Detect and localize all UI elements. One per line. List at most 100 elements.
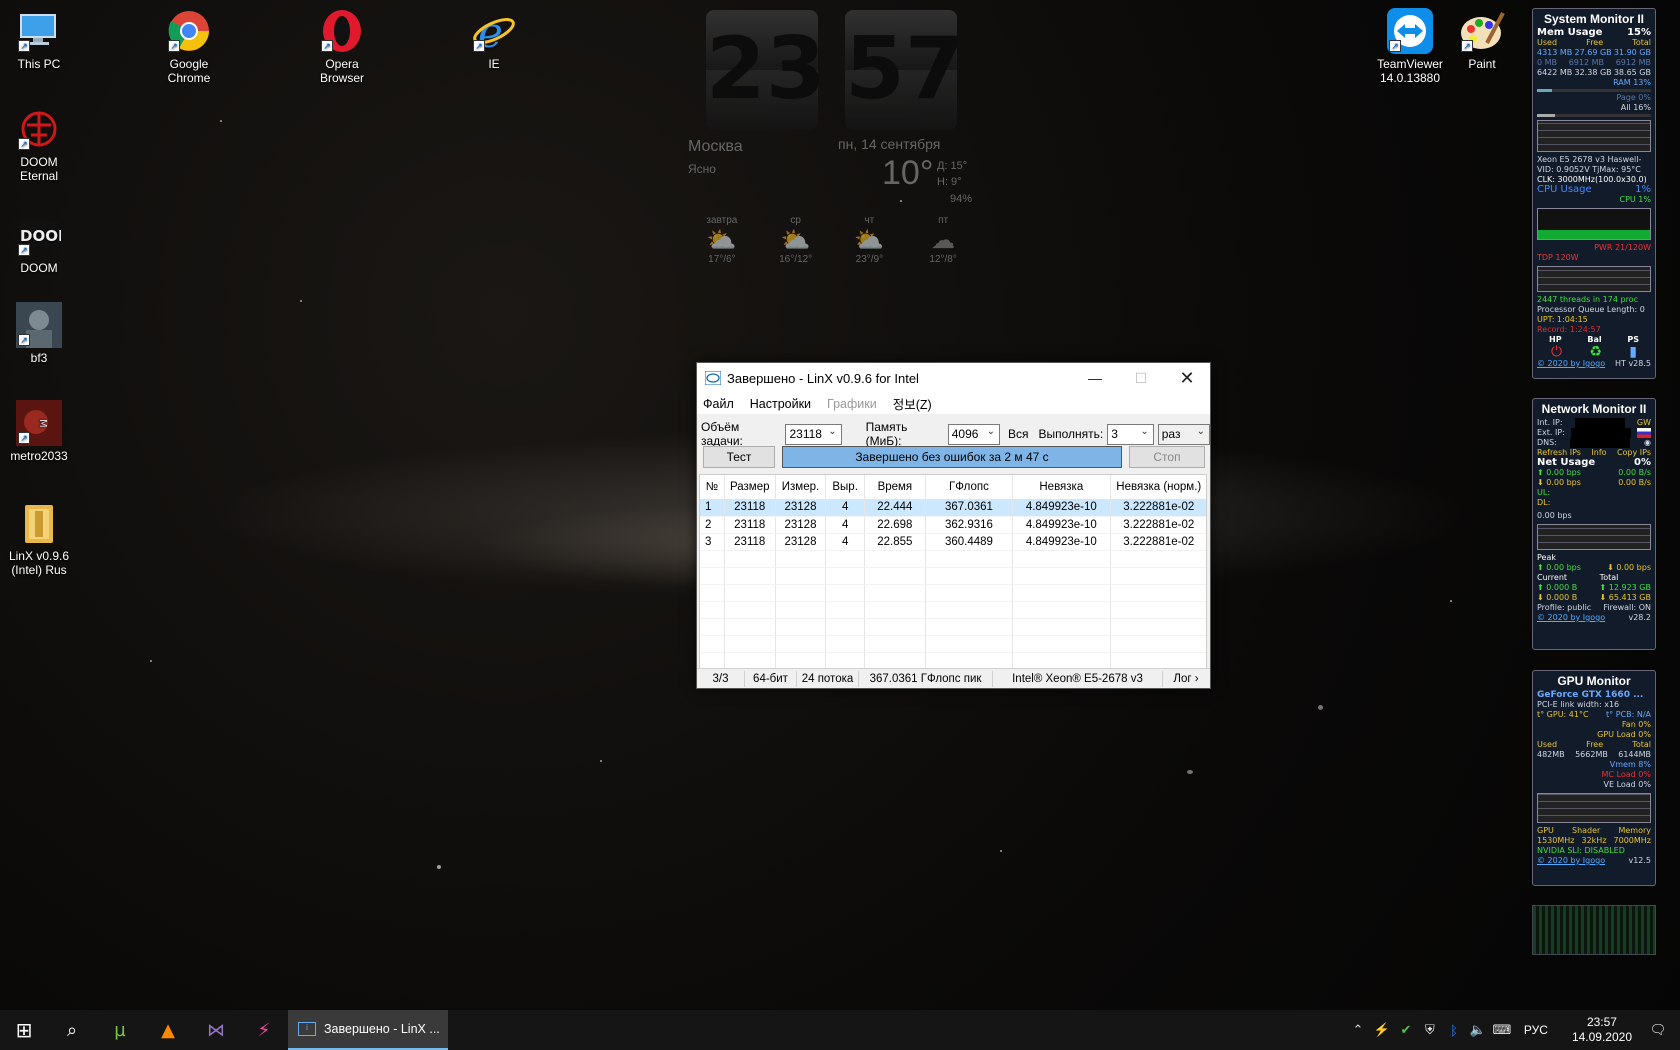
desktop-icon-bf3[interactable]: ↗ bf3 <box>0 302 78 365</box>
ram-label: RAM 13% <box>1613 78 1651 87</box>
volume-icon[interactable]: 🔈 <box>1466 1022 1490 1038</box>
author-link[interactable]: © 2020 by Igogo <box>1537 856 1605 866</box>
desktop-icon-chrome[interactable]: ↗ Google Chrome <box>150 8 228 85</box>
tray-clock[interactable]: 23:57 14.09.2020 <box>1572 1015 1632 1045</box>
windows-start-icon[interactable]: ⊞ <box>0 1010 48 1050</box>
refresh-ips-link[interactable]: Refresh IPs <box>1537 448 1581 458</box>
keyboard-icon[interactable]: ⌨ <box>1490 1022 1514 1038</box>
column-header[interactable]: ГФлопс <box>925 475 1014 499</box>
table-cell: 23128 <box>775 533 827 551</box>
maximize-button[interactable]: ☐ <box>1118 363 1164 393</box>
cpu-clock: CLK: 3000MHz(100.0x30.0) <box>1537 175 1647 184</box>
column-header[interactable]: Невязка <box>1012 475 1111 499</box>
table-row[interactable]: 2 23118 23128 4 22.698 362.9316 4.849923e-10 3.… <box>700 516 1206 534</box>
menu-settings[interactable]: Настройки <box>750 397 811 411</box>
memory-graph <box>1537 120 1651 152</box>
column-header[interactable]: № <box>700 475 725 499</box>
close-button[interactable]: ✕ <box>1164 363 1210 393</box>
desktop-icon-this-pc[interactable]: ↗ This PC <box>0 8 78 71</box>
shortcut-arrow-icon: ↗ <box>473 40 485 52</box>
system-tray: ⌃ ⚡ ✔ ⛨ ᛒ 🔈 ⌨ РУС 23:57 14.09.2020 🗨 <box>1346 1010 1680 1050</box>
cpu-vid: VID: 0.9052V TjMax: 95°C <box>1537 165 1641 174</box>
taskbar-item-linx[interactable]: i Завершено - LinX ... <box>288 1010 448 1050</box>
upload-totals: ⬆ 0.000 B ⬆ 12.923 GB <box>1537 583 1651 592</box>
column-header[interactable]: Размер <box>724 475 776 499</box>
mem-row: 6422 MB 32.38 GB 38.65 GB <box>1537 68 1651 77</box>
power-manager-icon[interactable]: ⚡ <box>1370 1022 1394 1038</box>
table-cell: 2 <box>700 516 725 534</box>
power-reading: PWR 21/120W <box>1594 243 1651 252</box>
task-size-combo[interactable]: 23118 ⌄ <box>785 423 842 445</box>
desktop-icon-teamviewer[interactable]: ↗ TeamViewer 14.0.13880 <box>1367 8 1453 85</box>
author-link[interactable]: © 2020 by Igogo <box>1537 359 1605 369</box>
empty-row <box>700 618 1206 636</box>
table-row[interactable]: 1 23118 23128 4 22.444 367.0361 4.849923e-10 3.… <box>700 499 1206 517</box>
chevron-down-icon: ⌄ <box>1196 425 1205 437</box>
gadget-footer: © 2020 by Igogo HT v28.5 <box>1537 359 1651 369</box>
bluetooth-icon[interactable]: ᛒ <box>1442 1023 1466 1038</box>
desktop-icon-doom[interactable]: DOOM ↗ DOOM <box>0 212 78 275</box>
shortcut-arrow-icon: ↗ <box>18 334 30 346</box>
chevron-up-icon[interactable]: ⌃ <box>1346 1022 1370 1038</box>
balanced-icon[interactable]: ♻ <box>1589 345 1602 359</box>
menu-file[interactable]: Файл <box>703 397 734 411</box>
sli-status: NVIDIA SLI: DISABLED <box>1537 846 1625 855</box>
tool-icon[interactable]: ⚡ <box>240 1010 288 1050</box>
shortcut-arrow-icon: ↗ <box>1389 40 1401 52</box>
status-peak: 367.0361 ГФлопс пик <box>859 670 993 687</box>
memory-combo[interactable]: 4096 ⌄ <box>947 423 1000 445</box>
table-row[interactable]: 3 23118 23128 4 22.855 360.4489 4.849923e-10 3.… <box>700 533 1206 551</box>
weather-condition: Ясно <box>688 162 716 176</box>
menu-graphs[interactable]: Графики <box>827 397 877 411</box>
desktop-icon-doom-eternal[interactable]: ↗ DOOM Eternal <box>0 106 78 183</box>
visual-studio-icon[interactable]: ⋈ <box>192 1010 240 1050</box>
vlc-icon[interactable]: ▲ <box>144 1010 192 1050</box>
desktop-icon-paint[interactable]: ↗ Paint <box>1443 8 1521 71</box>
metro2033-icon: M ↗ <box>16 400 62 446</box>
security-icon[interactable]: ✔ <box>1394 1022 1418 1038</box>
table-cell: 3.222881e-02 <box>1110 516 1206 534</box>
window-titlebar[interactable]: Завершено - LinX v0.9.6 for Intel — ☐ ✕ <box>697 363 1210 393</box>
shield-icon[interactable]: ⛨ <box>1418 1022 1442 1038</box>
shortcut-arrow-icon: ↗ <box>168 40 180 52</box>
results-table: № Размер Измер. Выр. Время ГФлопс Невязк… <box>699 474 1207 670</box>
peak-label: Peak <box>1537 553 1556 562</box>
desktop-icon-label: Paint <box>1468 57 1496 71</box>
empty-row <box>700 584 1206 602</box>
search-icon[interactable]: ⌕ <box>48 1010 96 1050</box>
minimize-button[interactable]: — <box>1072 363 1118 393</box>
doom-icon: DOOM ↗ <box>16 212 62 258</box>
column-header[interactable]: Невязка (норм.) <box>1110 475 1206 499</box>
info-link[interactable]: Info <box>1591 448 1606 458</box>
table-cell: 3.222881e-02 <box>1110 533 1206 551</box>
stop-button[interactable]: Стоп <box>1129 446 1205 468</box>
high-performance-icon[interactable]: ⏻ <box>1551 345 1562 359</box>
utorrent-icon[interactable]: µ <box>96 1010 144 1050</box>
desktop-icon-linx-folder[interactable]: LinX v0.9.6 (Intel) Rus <box>0 500 78 577</box>
desktop-icon-ie[interactable]: e ↗ IE <box>455 8 533 71</box>
bf3-icon: ↗ <box>16 302 62 348</box>
test-button[interactable]: Тест <box>703 446 775 468</box>
mem-row: 0 MB 6912 MB 6912 MB <box>1537 58 1651 67</box>
taskbar-item-label: Завершено - LinX ... <box>324 1022 440 1036</box>
power-saver-icon[interactable]: ▮ <box>1629 345 1637 359</box>
column-header[interactable]: Выр. <box>825 475 865 499</box>
language-indicator[interactable]: РУС <box>1524 1023 1548 1037</box>
author-link[interactable]: © 2020 by Igogo <box>1537 613 1605 623</box>
run-unit-combo[interactable]: раз ⌄ <box>1157 423 1210 445</box>
parameters-row: Объём задачи: 23118 ⌄ Память (МиБ): 4096 ⌄… <box>701 420 1210 448</box>
desktop-icon-metro2033[interactable]: M ↗ metro2033 <box>0 400 78 463</box>
log-toggle[interactable]: Лог › <box>1163 671 1209 687</box>
shortcut-arrow-icon: ↗ <box>18 432 30 444</box>
notifications-icon[interactable]: 🗨 <box>1646 1022 1670 1038</box>
copy-ips-link[interactable]: Copy IPs <box>1617 448 1651 458</box>
column-header[interactable]: Измер. <box>775 475 827 499</box>
all-bar <box>1537 114 1651 117</box>
run-count-combo[interactable]: 3 ⌄ <box>1107 423 1154 445</box>
column-header[interactable]: Время <box>864 475 926 499</box>
menu-info[interactable]: 정보(Z) <box>893 394 932 413</box>
all-memory-label[interactable]: Вся <box>1008 427 1029 441</box>
desktop-icon-opera[interactable]: ↗ Opera Browser <box>303 8 381 85</box>
ip-actions: Refresh IPs Info Copy IPs <box>1537 448 1651 458</box>
gpu-temps: t° GPU: 41°C t° PCB: N/A <box>1537 710 1651 719</box>
